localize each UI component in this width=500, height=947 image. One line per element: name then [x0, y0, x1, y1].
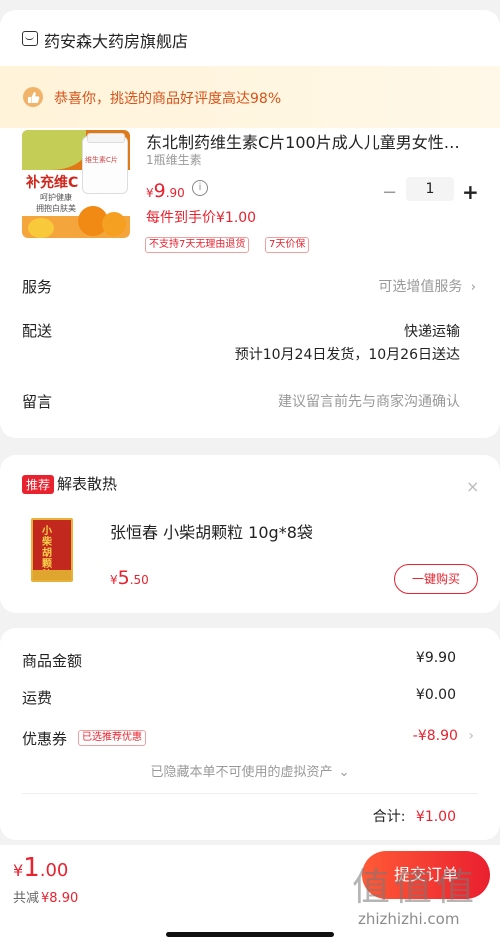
home-indicator — [166, 932, 334, 937]
watermark-logo: 值值值 — [352, 865, 479, 909]
coupon-recommended-tag: 已选推荐优惠 — [78, 730, 146, 746]
watermark-url: zhizhizhi.com — [358, 910, 460, 928]
thumbs-up-icon — [23, 87, 43, 107]
goods-amount-label: 商品金额 — [22, 652, 83, 670]
product-spec[interactable]: 1瓶维生素 — [146, 151, 202, 168]
recommend-price: ¥5.50 — [110, 567, 149, 589]
coupon-selector[interactable]: -¥8.90 › — [413, 728, 474, 744]
chevron-down-icon: ⌄ — [338, 765, 350, 780]
price-summary-card: 商品金额 ¥9.90 运费 ¥0.00 优惠券 已选推荐优惠 -¥8.90 › … — [0, 628, 500, 840]
quantity-increment-button[interactable]: + — [462, 180, 479, 204]
note-input[interactable]: 建议留言前先与商家沟通确认 — [278, 391, 460, 411]
final-price: ¥1.00 — [13, 853, 69, 883]
coupon-value: -¥8.90 — [412, 728, 458, 744]
total-row: 合计: ¥1.00 — [372, 809, 456, 825]
shipping-label: 运费 — [22, 689, 53, 707]
delivery-method[interactable]: 快递运输 — [404, 321, 460, 341]
info-icon[interactable]: i — [192, 180, 208, 196]
product-image[interactable]: 维生素C片 补充维C 呵护健康 拥抱白肤美 — [22, 130, 130, 238]
goods-amount-value: ¥9.90 — [415, 650, 456, 666]
service-label: 服务 — [22, 278, 53, 296]
hidden-assets-toggle[interactable]: 已隐藏本单不可使用的虚拟资产 ⌄ — [0, 761, 500, 780]
banner-text: 恭喜你，挑选的商品好评度高达98% — [54, 91, 282, 107]
shipping-value: ¥0.00 — [415, 687, 456, 703]
store-icon — [22, 31, 38, 46]
tag-no-return: 不支持7天无理由退货 — [145, 237, 250, 253]
quantity-value[interactable]: 1 — [406, 177, 454, 201]
service-option[interactable]: 可选增值服务 › — [378, 276, 476, 296]
close-icon[interactable]: × — [466, 477, 479, 496]
tag-price-protect: 7天价保 — [265, 237, 310, 253]
product-title[interactable]: 东北制药维生素C片100片成人儿童男女性… — [146, 129, 476, 153]
order-store-card: 药安森大药房旗舰店 恭喜你，挑选的商品好评度高达98% 维生素C片 补充维C 呵… — [0, 10, 500, 438]
one-click-buy-button[interactable]: 一键购买 — [394, 564, 478, 594]
recommend-product-title[interactable]: 张恒春 小柴胡颗粒 10g*8袋 — [110, 519, 313, 543]
quantity-decrement-button[interactable]: − — [382, 182, 397, 203]
coupon-label: 优惠券 — [22, 730, 68, 748]
store-name[interactable]: 药安森大药房旗舰店 — [44, 28, 188, 52]
chevron-right-icon: › — [470, 280, 476, 295]
recommend-badge: 推荐 — [22, 475, 55, 494]
product-image-bottle: 维生素C片 — [82, 133, 128, 194]
unit-price: 每件到手价¥1.00 — [146, 210, 257, 226]
note-label: 留言 — [22, 393, 53, 411]
delivery-label: 配送 — [22, 322, 53, 340]
praise-banner: 恭喜你，挑选的商品好评度高达98% — [0, 66, 500, 128]
recommend-heading: 解表散热 — [57, 475, 118, 493]
summary-divider — [22, 793, 478, 794]
chevron-right-icon: › — [468, 728, 474, 744]
delivery-estimate: 预计10月24日发货，10月26日送达 — [234, 347, 460, 363]
recommend-product-image[interactable]: 小柴胡颗粒 — [31, 518, 73, 582]
product-price: ¥9.90 — [146, 180, 185, 202]
recommendation-card: 推荐 解表散热 × 小柴胡颗粒 张恒春 小柴胡颗粒 10g*8袋 ¥5.50 一… — [0, 455, 500, 613]
saved-amount: 共减 ¥8.90 — [13, 891, 79, 906]
